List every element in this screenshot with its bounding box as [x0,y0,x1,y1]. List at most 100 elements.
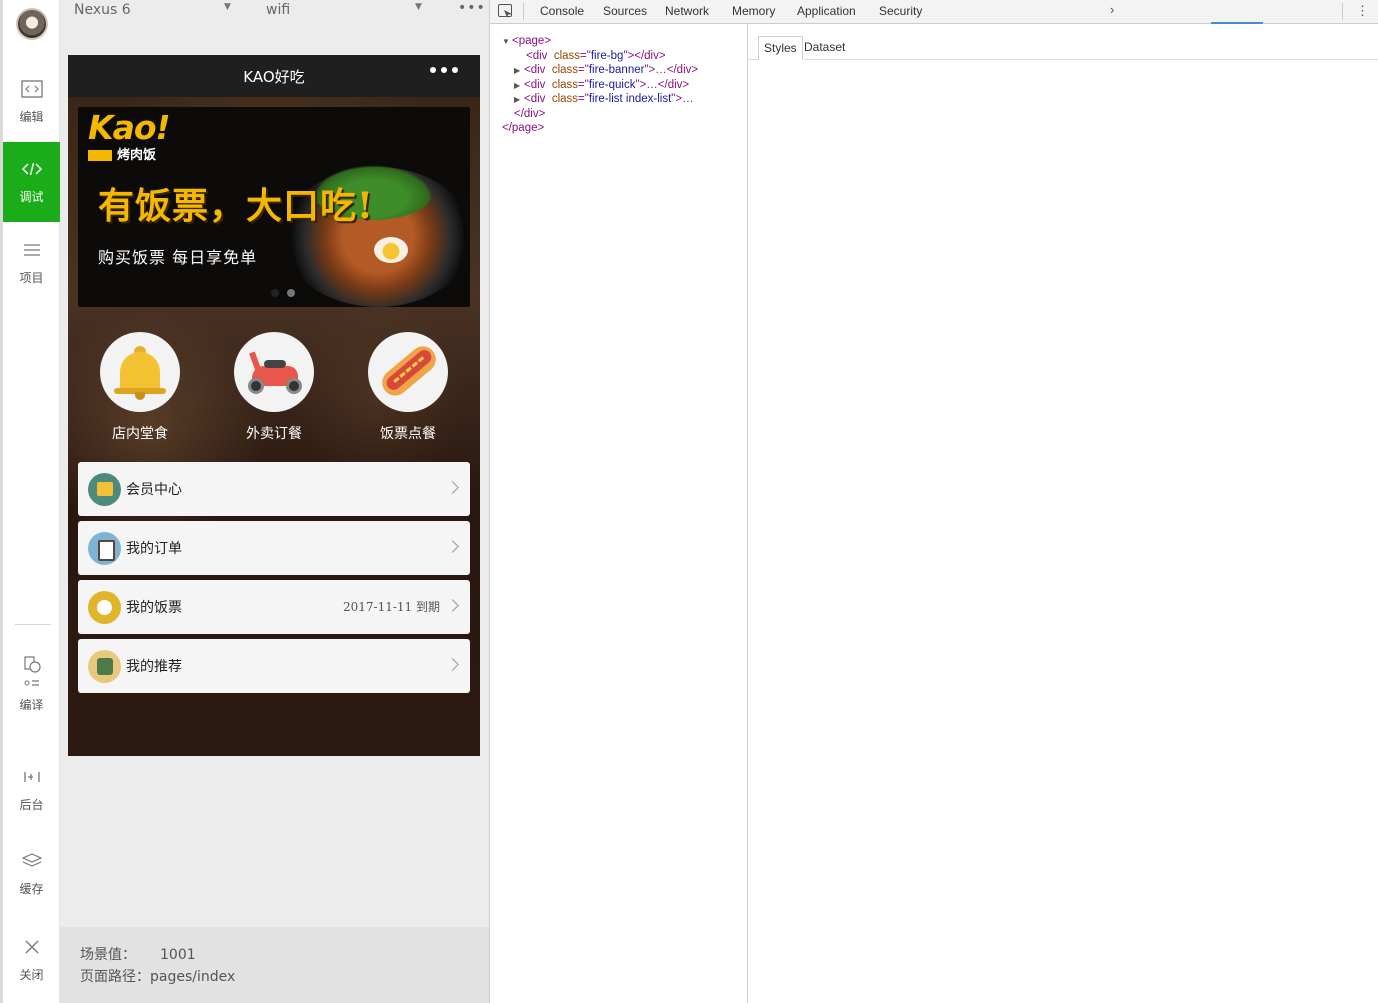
vip-card-icon [88,473,121,506]
tab-sources[interactable]: Sources [603,4,647,18]
close-icon [19,934,45,960]
code-editor-icon [19,76,45,102]
banner-subline: 购买饭票 每日享免单 [98,248,258,267]
nav-compile[interactable]: 编译 [3,640,60,724]
mini-program-nav-bar: KAO好吃 [68,55,480,97]
brand-logo: Kao! [88,108,171,147]
tab-security[interactable]: Security [879,4,922,18]
path-value: pages/index [150,969,236,985]
tab-dataset[interactable]: Dataset [799,36,850,60]
nav-edit-label: 编辑 [19,110,44,124]
avatar[interactable] [16,8,48,40]
nav-project-label: 项目 [19,271,44,285]
quick-ticket-order-label: 饭票点餐 [380,426,436,442]
clipboard-icon [88,532,121,565]
hotdog-icon [368,332,448,412]
menu-my-orders[interactable]: 我的订单 [78,521,470,575]
device-select[interactable]: Nexus 6 [74,2,131,18]
dom-node-fire-bg[interactable]: <div class="fire-bg"></div> [526,49,666,64]
styles-pane: Styles Dataset [747,24,1378,1003]
nav-divider [15,624,51,625]
debug-icon [19,156,45,182]
toolbar-divider [523,3,524,20]
device-dropdown-icon[interactable]: ▼ [224,2,231,12]
scene-value: 1001 [160,947,196,963]
simulator-panel: Nexus 6 ▼ wifi ▼ ••• KAO好吃 Kao! 烤肉饭 有饭票，… [60,0,489,1003]
menu-icon [19,237,45,263]
devtools-menu-icon[interactable]: ⋮ [1356,3,1369,19]
scooter-icon [234,332,314,412]
chevron-right-icon [446,599,459,612]
menu-my-tickets-label: 我的饭票 [126,600,182,616]
scene-label: 场景值： [80,947,136,963]
layers-icon [19,848,45,874]
network-select[interactable]: wifi [266,2,290,18]
tab-application[interactable]: Application [797,4,856,18]
inspect-element-icon[interactable] [498,4,512,17]
banner-indicator[interactable] [271,289,295,297]
nav-edit[interactable]: 编辑 [3,62,60,142]
nav-close[interactable]: 关闭 [3,920,60,1000]
chevron-right-icon [446,658,459,671]
quick-delivery-label: 外卖订餐 [246,426,302,442]
chevron-right-icon [446,481,459,494]
nav-cache[interactable]: 缓存 [3,834,60,914]
bell-icon [100,332,180,412]
collapse-triangle-icon[interactable]: ▼ [502,35,512,50]
nav-compile-label: 编译 [19,698,44,712]
scene-info: 场景值： 1001 [80,944,196,964]
nav-project[interactable]: 项目 [3,223,60,303]
dom-node-div-close[interactable]: </div> [514,107,545,122]
quick-dine-in[interactable]: 店内堂食 [80,332,200,443]
nav-backend[interactable]: 后台 [3,750,60,830]
dom-node-fire-list[interactable]: ▶ <div class="fire-list index-list">… [514,92,694,108]
plate-icon [88,591,121,624]
left-nav: 编辑 调试 项目 编译 后台 缓存 关闭 [0,0,60,1003]
menu-my-recommend-label: 我的推荐 [126,659,182,675]
quick-delivery[interactable]: 外卖订餐 [214,332,334,443]
menu-vip-center-label: 会员中心 [126,482,182,498]
nav-cache-label: 缓存 [19,882,44,896]
network-dropdown-icon[interactable]: ▼ [415,2,422,12]
menu-vip-center[interactable]: 会员中心 [78,462,470,516]
tab-memory[interactable]: Memory [732,4,775,18]
toolbar-divider [1342,3,1343,20]
devtools-panel: Console Sources Network Memory Applicati… [489,0,1378,1003]
nav-debug[interactable]: 调试 [3,142,60,222]
brand-logo-sub: 烤肉饭 [88,144,156,163]
more-tabs-icon[interactable]: › [1110,2,1114,17]
dom-node-page[interactable]: ▼ <page> [502,34,551,50]
expand-triangle-icon[interactable]: ▶ [514,64,524,79]
styles-subtabs: Styles Dataset [748,36,1378,60]
quick-entries: 店内堂食 外卖订餐 饭票点餐 [68,332,480,452]
menu-my-recommend[interactable]: 我的推荐 [78,639,470,693]
nav-close-label: 关闭 [19,968,44,982]
capsule-menu-icon[interactable] [430,67,458,73]
dom-node-fire-banner[interactable]: ▶ <div class="fire-banner">…</div> [514,63,698,79]
app-title: KAO好吃 [243,68,305,86]
expand-triangle-icon[interactable]: ▶ [514,93,524,108]
tab-console[interactable]: Console [540,4,584,18]
phone-screen: KAO好吃 Kao! 烤肉饭 有饭票，大口吃! 购买饭票 每日享免单 店内堂食 [68,55,480,756]
banner-headline: 有饭票，大口吃! [98,185,374,227]
tab-network[interactable]: Network [665,4,709,18]
more-options-icon[interactable]: ••• [458,0,486,16]
simulator-toolbar: Nexus 6 ▼ wifi ▼ ••• [60,0,489,24]
path-info: 页面路径：pages/index [80,966,235,986]
devtools-tab-bar: Console Sources Network Memory Applicati… [490,0,1378,24]
elements-tree: ▼ <page> <div class="fire-bg"></div> ▶ <di… [490,24,747,1003]
nav-backend-label: 后台 [19,798,44,812]
quick-dine-in-label: 店内堂食 [112,426,168,442]
quick-ticket-order[interactable]: 饭票点餐 [348,332,468,443]
backend-icon [19,764,45,790]
compile-icon [19,654,45,690]
tab-styles[interactable]: Styles [758,36,803,60]
ticket-expiry: 2017-11-11 到期 [342,600,440,614]
egg-image [374,237,408,263]
promo-banner[interactable]: Kao! 烤肉饭 有饭票，大口吃! 购买饭票 每日享免单 [78,107,470,307]
dom-node-page-close[interactable]: </page> [502,121,544,136]
menu-my-tickets[interactable]: 我的饭票 2017-11-11 到期 [78,580,470,634]
simulator-footer: 场景值： 1001 页面路径：pages/index [60,927,489,1003]
nav-debug-label: 调试 [19,190,44,204]
path-label: 页面路径： [80,969,150,985]
